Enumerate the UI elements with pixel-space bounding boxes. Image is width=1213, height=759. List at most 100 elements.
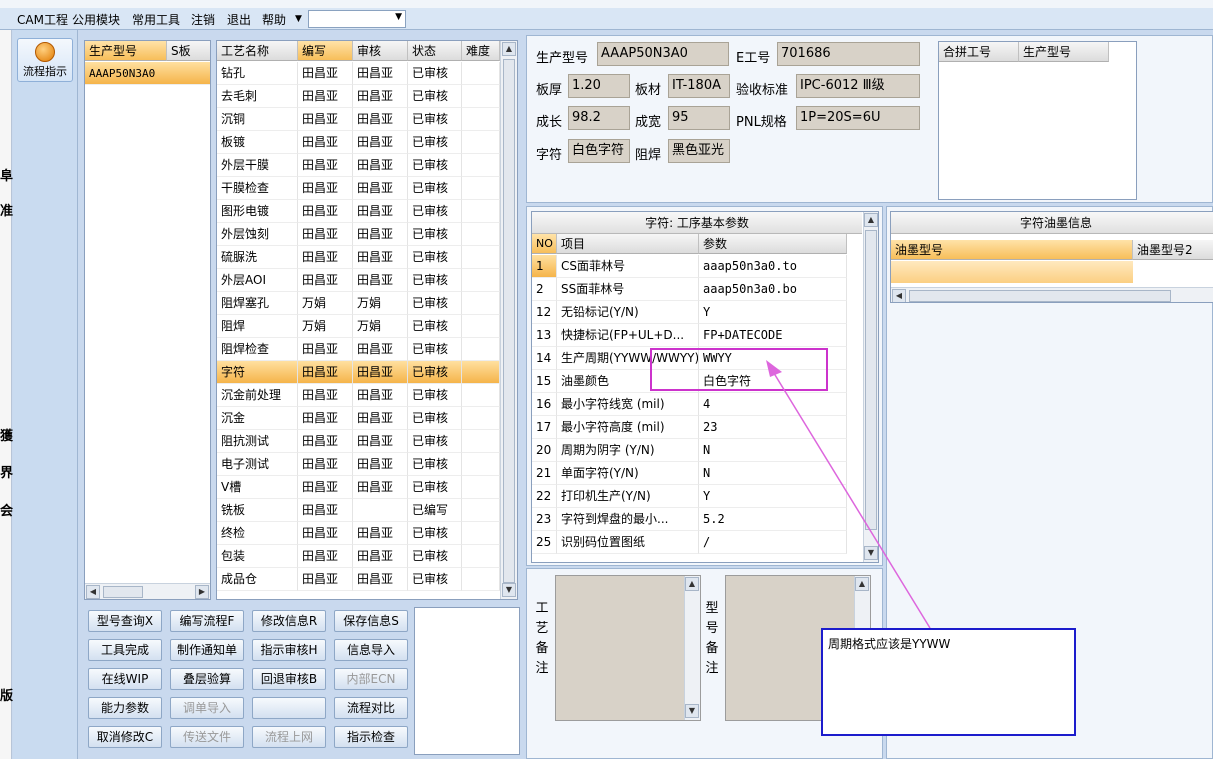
memo-vscrollbar[interactable]: ▲ ▼: [684, 576, 700, 720]
action-button[interactable]: 保存信息S: [334, 610, 408, 632]
process-difficulty: [462, 131, 500, 154]
mask-field[interactable]: 黑色亚光: [668, 139, 730, 163]
col-product-model[interactable]: 生产型号: [85, 41, 167, 61]
process-table: 工艺名称 编写 审核 状态 难度 钻孔 田昌亚 田昌亚 已审核 去毛刺 田昌亚 田昌亚 已审核…: [216, 40, 518, 600]
action-button[interactable]: 传送文件: [170, 726, 244, 748]
action-button[interactable]: 内部ECN: [334, 668, 408, 690]
col-s-board[interactable]: S板: [167, 41, 210, 61]
process-reviewer: 田昌亚: [353, 568, 408, 591]
menu-help[interactable]: 帮助: [262, 11, 286, 28]
col-reviewer[interactable]: 审核: [353, 41, 408, 61]
menu-exit[interactable]: 退出: [227, 11, 251, 28]
col-value[interactable]: 参数: [699, 234, 847, 254]
product-field[interactable]: AAAP50N3A0: [597, 42, 729, 66]
material-field[interactable]: IT-180A: [668, 74, 730, 98]
action-button[interactable]: 在线WIP: [88, 668, 162, 690]
scroll-right-icon[interactable]: ▶: [195, 585, 209, 599]
flow-indicator-button[interactable]: 流程指示: [17, 38, 73, 82]
merge-table: 合拼工号 生产型号: [938, 41, 1137, 200]
scroll-down-icon[interactable]: ▼: [864, 546, 878, 560]
scroll-up-icon[interactable]: ▲: [685, 577, 699, 591]
scroll-left-icon[interactable]: ◀: [892, 289, 906, 302]
col-ink-model2[interactable]: 油墨型号2: [1133, 240, 1213, 260]
action-button[interactable]: 调单导入: [170, 697, 244, 719]
action-button[interactable]: 叠层验算: [170, 668, 244, 690]
action-button[interactable]: 修改信息R: [252, 610, 326, 632]
menu-tools[interactable]: 常用工具: [132, 11, 180, 28]
col-status[interactable]: 状态: [408, 41, 462, 61]
action-button[interactable]: 型号查询X: [88, 610, 162, 632]
scroll-down-icon[interactable]: ▼: [685, 704, 699, 718]
process-writer: 田昌亚: [298, 154, 353, 177]
process-status: 已审核: [408, 108, 462, 131]
col-ink-model[interactable]: 油墨型号: [891, 240, 1133, 260]
action-button[interactable]: 编写流程F: [170, 610, 244, 632]
col-writer[interactable]: 编写: [298, 41, 353, 61]
process-difficulty: [462, 384, 500, 407]
action-button[interactable]: 流程对比: [334, 697, 408, 719]
scroll-thumb[interactable]: [503, 59, 515, 583]
product-row[interactable]: AAAP50N3A0: [85, 62, 210, 85]
pnl-field[interactable]: 1P=20S=6U: [796, 106, 920, 130]
process-writer: 田昌亚: [298, 499, 353, 522]
param-value: 白色字符: [699, 370, 847, 393]
scroll-up-icon[interactable]: ▲: [502, 42, 516, 56]
action-button[interactable]: 信息导入: [334, 639, 408, 661]
title-strip: [0, 0, 1213, 8]
param-item: 字符到焊盘的最小...: [557, 508, 699, 531]
menu-logout[interactable]: 注销: [191, 11, 215, 28]
action-button[interactable]: 能力参数: [88, 697, 162, 719]
col-no[interactable]: NO: [532, 234, 557, 254]
help-dropdown-icon[interactable]: ▼: [295, 14, 302, 24]
process-status: 已审核: [408, 131, 462, 154]
menu-combo-box[interactable]: ▼: [308, 10, 406, 28]
char-field[interactable]: 白色字符: [568, 139, 630, 163]
ink-hscrollbar[interactable]: ◀: [891, 287, 1213, 302]
scroll-thumb[interactable]: [103, 586, 143, 598]
process-difficulty: [462, 499, 500, 522]
scroll-left-icon[interactable]: ◀: [86, 585, 100, 599]
process-reviewer: 田昌亚: [353, 223, 408, 246]
process-reviewer: 田昌亚: [353, 269, 408, 292]
process-vscrollbar[interactable]: ▲ ▼: [500, 41, 517, 599]
menu-common-modules[interactable]: 公用模块: [72, 11, 120, 28]
action-button[interactable]: 流程上网: [252, 726, 326, 748]
ink-row[interactable]: [891, 261, 1133, 283]
process-reviewer: [353, 499, 408, 522]
length-field[interactable]: 98.2: [568, 106, 630, 130]
action-button[interactable]: 制作通知单: [170, 639, 244, 661]
param-value: WWYY: [699, 347, 847, 370]
process-name: 外层蚀刻: [217, 223, 298, 246]
product-hscrollbar[interactable]: ◀ ▶: [85, 583, 210, 599]
col-difficulty[interactable]: 难度: [462, 41, 500, 61]
scroll-up-icon[interactable]: ▲: [855, 577, 869, 591]
scroll-up-icon[interactable]: ▲: [864, 213, 878, 227]
scroll-down-icon[interactable]: ▼: [502, 583, 516, 597]
width-field[interactable]: 95: [668, 106, 730, 130]
param-value: Y: [699, 301, 847, 324]
col-merge-no[interactable]: 合拼工号: [939, 42, 1019, 62]
scroll-thumb[interactable]: [909, 290, 1171, 302]
process-memo-box[interactable]: ▲ ▼: [555, 575, 701, 721]
action-button[interactable]: 指示检查: [334, 726, 408, 748]
col-item[interactable]: 项目: [557, 234, 699, 254]
standard-field[interactable]: IPC-6012 Ⅲ级: [796, 74, 920, 98]
action-button[interactable]: 指示审核H: [252, 639, 326, 661]
process-writer: 田昌亚: [298, 568, 353, 591]
thickness-field[interactable]: 1.20: [568, 74, 630, 98]
process-writer: 田昌亚: [298, 522, 353, 545]
scroll-thumb[interactable]: [865, 230, 877, 530]
process-name: 板镀: [217, 131, 298, 154]
col-process-name[interactable]: 工艺名称: [217, 41, 298, 61]
action-button[interactable]: 工具完成: [88, 639, 162, 661]
action-button[interactable]: [252, 697, 326, 719]
process-status: 已审核: [408, 338, 462, 361]
col-merge-model[interactable]: 生产型号: [1019, 42, 1109, 62]
length-label: 成长: [536, 115, 563, 130]
eno-field[interactable]: 701686: [777, 42, 920, 66]
menu-cam[interactable]: CAM工程: [17, 11, 68, 28]
action-button[interactable]: 回退审核B: [252, 668, 326, 690]
action-button[interactable]: 取消修改C: [88, 726, 162, 748]
process-difficulty: [462, 568, 500, 591]
params-vscrollbar[interactable]: ▲ ▼: [863, 212, 878, 562]
